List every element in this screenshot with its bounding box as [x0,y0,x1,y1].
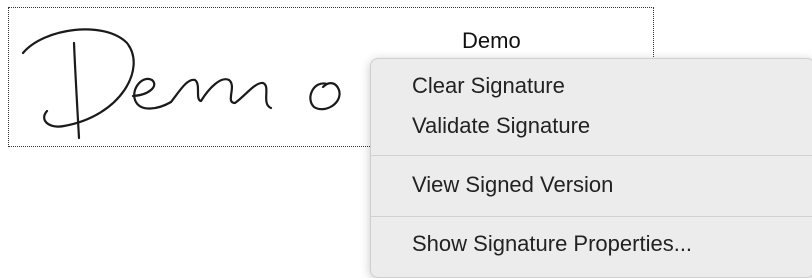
signer-name-label: Demo [462,28,521,53]
menu-separator [371,216,812,217]
menu-item-show-signature-properties[interactable]: Show Signature Properties... [412,231,692,257]
menu-separator [371,155,812,156]
menu-item-validate-signature[interactable]: Validate Signature [412,113,590,139]
menu-item-clear-signature[interactable]: Clear Signature [412,73,565,99]
menu-item-view-signed-version[interactable]: View Signed Version [412,172,613,198]
signature-context-menu: Clear Signature Validate Signature View … [370,58,812,278]
